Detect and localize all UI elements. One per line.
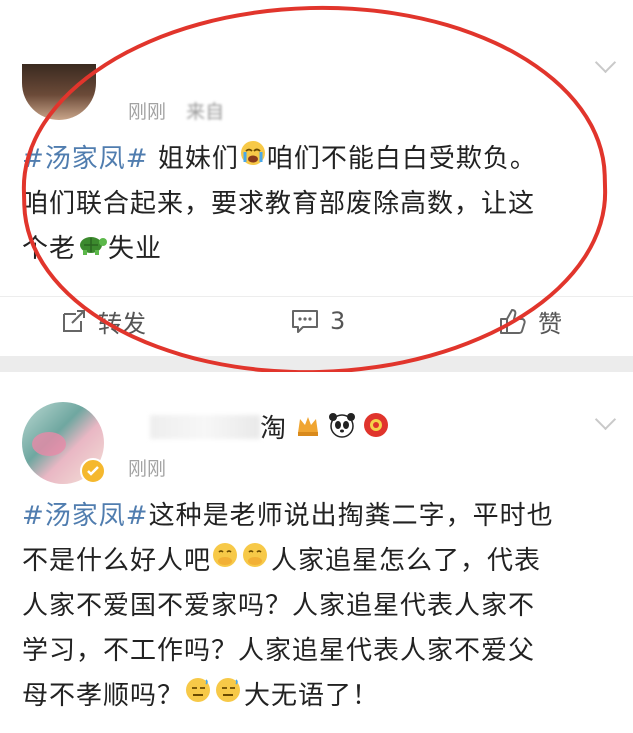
post-text: 这种是老师说出掏粪二字，平时也 [148, 501, 554, 531]
post-meta: 刚刚 [128, 454, 166, 481]
post-text: 失业 [108, 234, 163, 264]
post-text: 学习，不工作吗？人家追星代表人家不爱父 [22, 636, 536, 666]
timestamp: 刚刚 [128, 101, 167, 123]
verified-badge-icon [80, 458, 106, 484]
post-text: 个老 [22, 234, 77, 264]
chevron-down-icon[interactable] [594, 51, 617, 74]
post-text: 姐妹们 [148, 144, 239, 174]
weibo-post-1: 刚刚 来自 #汤家凤# 姐妹们 咱们不能白白受欺负。 咱们联合起来，要求教育部废… [0, 0, 633, 356]
like-button[interactable]: 赞 [498, 303, 562, 339]
like-icon [500, 309, 526, 334]
weibo-post-2: 淘 刚刚 #汤家凤#这种是老师说出掏粪二字，平时也 不是什么好人吧 人家追星怎么… [0, 372, 633, 733]
hashtag-link[interactable]: #汤家凤# [22, 144, 149, 174]
repost-button[interactable]: 转发 [60, 303, 146, 339]
comment-icon [292, 310, 318, 333]
repost-label: 转发 [98, 309, 146, 338]
post-actions-bar: 转发 3 赞 [0, 296, 633, 345]
hands-over-mouth-emoji-icon [211, 539, 271, 584]
crying-emoji-icon [239, 137, 267, 182]
username-blurred [150, 414, 260, 439]
comment-count: 3 [330, 307, 346, 335]
hashtag-link[interactable]: #汤家凤# [22, 501, 149, 531]
username[interactable]: 淘 [260, 408, 286, 445]
panda-badge-icon [328, 411, 356, 443]
timestamp: 刚刚 [128, 458, 167, 480]
avatar[interactable] [22, 64, 96, 120]
post-text: 咱们联合起来，要求教育部废除高数，让这 [22, 189, 536, 219]
speechless-emoji-icon [184, 674, 244, 719]
comment-button[interactable]: 3 [290, 303, 345, 339]
chevron-down-icon[interactable] [594, 408, 617, 431]
post-meta: 刚刚 来自 [128, 97, 224, 124]
repost-icon [63, 310, 85, 332]
red-badge-icon [362, 411, 390, 443]
post-text: 不是什么好人吧 [22, 546, 212, 576]
post-text: 人家不爱国不爱家吗？人家追星代表人家不 [22, 591, 536, 621]
post-text: 人家追星怎么了，代表 [271, 546, 542, 576]
username-row: 淘 [150, 408, 390, 445]
like-label: 赞 [538, 309, 562, 338]
post-text: 大无语了！ [244, 681, 380, 711]
post-body: #汤家凤#这种是老师说出掏粪二字，平时也 不是什么好人吧 人家追星怎么了，代表 … [22, 494, 622, 719]
source-label: 来自 [186, 101, 225, 123]
turtle-emoji-icon [76, 227, 108, 272]
post-text: 母不孝顺吗？ [22, 681, 185, 711]
post-body: #汤家凤# 姐妹们 咱们不能白白受欺负。 咱们联合起来，要求教育部废除高数，让这… [22, 137, 612, 272]
post-text: 咱们不能白白受欺负。 [266, 144, 537, 174]
crown-badge-icon [294, 411, 322, 443]
